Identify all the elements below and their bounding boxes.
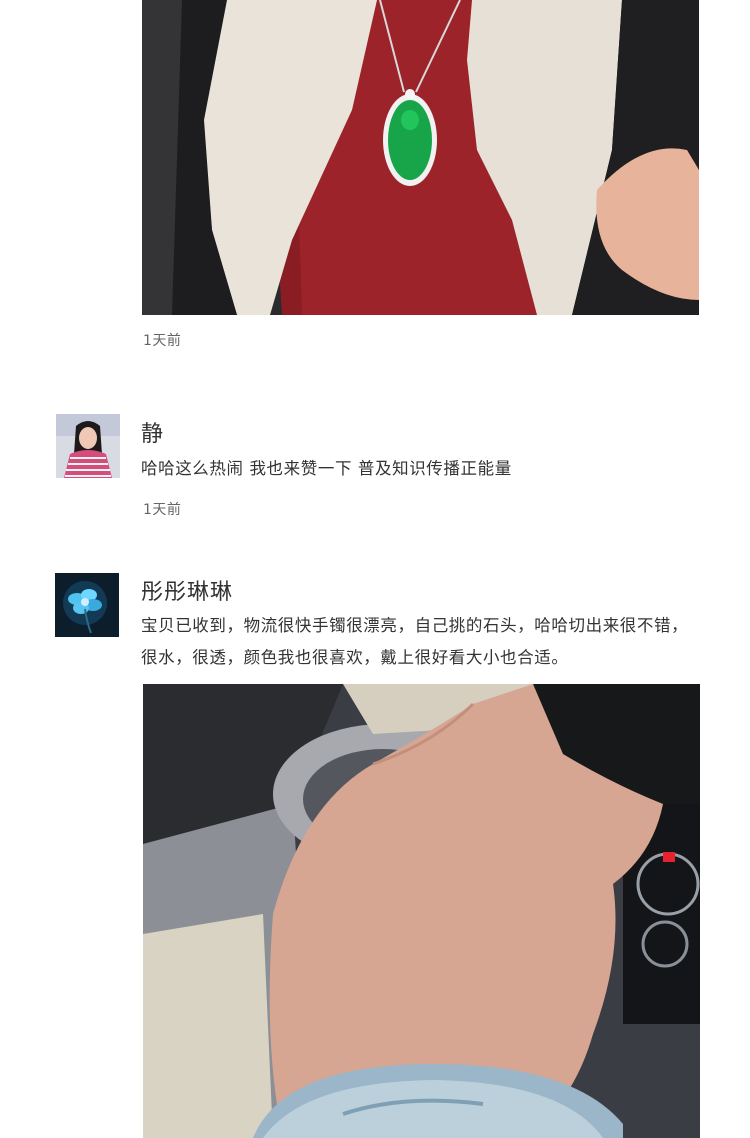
avatar[interactable]: [55, 573, 119, 637]
jade-bangle-photo-icon: [143, 684, 700, 1138]
user-avatar-girl-icon: [56, 414, 120, 478]
username: 静: [141, 422, 165, 447]
review-photo-jade-bangle[interactable]: [143, 684, 700, 1138]
review-text-line-2: 很水，很透，颜色我也很喜欢，戴上很好看大小也合适。: [141, 648, 569, 667]
username: 彤彤琳琳: [141, 580, 234, 605]
user-avatar-blue-flower-icon: [55, 573, 119, 637]
review-time: 1天前: [143, 502, 182, 518]
review-photo-jade-pendant[interactable]: [142, 0, 699, 315]
review-time: 1天前: [143, 333, 182, 349]
avatar[interactable]: [56, 414, 120, 478]
jade-pendant-photo-icon: [142, 0, 699, 315]
review-text-line-1: 宝贝已收到，物流很快手镯很漂亮，自己挑的石头，哈哈切出来很不错，: [141, 616, 689, 635]
review-text: 哈哈这么热闹 我也来赞一下 普及知识传播正能量: [141, 459, 512, 478]
